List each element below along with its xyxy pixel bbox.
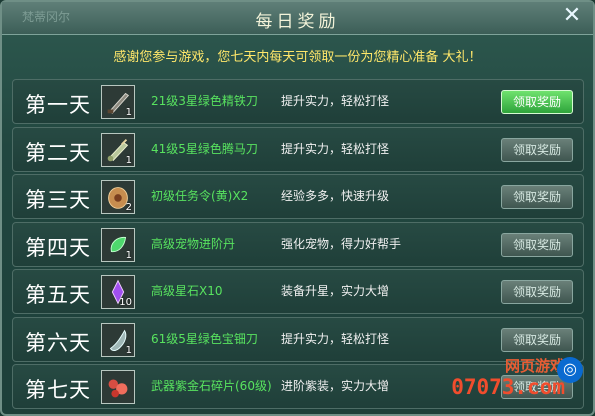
title-bar: 梵蒂冈尔 每日奖励 ✕ [2,2,593,35]
reward-description: 提升实力，轻松打怪 [281,94,390,108]
green-blade-icon: 1 [101,132,135,167]
day-label: 第一天 [25,93,91,117]
item-count: 1 [125,154,132,166]
bag-icon: 2 [101,180,135,214]
daily-reward-panel: 梵蒂冈尔 每日奖励 ✕ 感谢您参与游戏，您七天内每天可领取一份为您精心准备 大礼… [0,0,595,416]
reward-row: 第一天 1 21级3星绿色精铁刀 提升实力，轻松打怪 领取奖励 [12,79,584,124]
red-fragment-icon [101,370,135,404]
site-name: 网页游戏 [504,357,565,375]
rusty-knife-icon: 1 [101,85,135,119]
reward-description: 提升实力，轻松打怪 [281,331,390,346]
item-count: 1 [125,107,132,118]
item-count: 10 [119,297,132,308]
close-icon[interactable]: ✕ [561,5,583,27]
reward-row: 第四天 1 高级宠物进阶丹 强化宠物，得力好帮手 领取奖励 [12,221,584,267]
day-label: 第六天 [25,330,91,355]
item-count: 1 [125,249,132,261]
claim-reward-button[interactable]: 领取奖励 [501,90,573,114]
reward-name: 高级宠物进阶丹 [151,236,236,251]
claim-reward-button[interactable]: 领取奖励 [501,137,573,162]
reward-row: 第二天 1 41级5星绿色腾马刀 提升实力，轻松打怪 领取奖励 [12,126,584,172]
intro-text: 感谢您参与游戏，您七天内每天可领取一份为您精心准备 大礼！ [113,50,482,65]
reward-description: 经验多多，快速升级 [281,189,390,203]
reward-row: 第六天 1 61级5星绿色宝钿刀 提升实力，轻松打怪 领取奖励 [12,316,584,362]
day-label: 第七天 [25,378,91,402]
panel-title: 每日奖励 [255,12,340,32]
reward-row: 第三天 2 初级任务令(黄)X2 经验多多，快速升级 领取奖励 [12,174,584,219]
reward-row: 第五天 10 高级星石X10 装备升星，实力大增 领取奖励 [12,269,584,314]
reward-name: 高级星石X10 [151,284,223,298]
item-count: 1 [125,344,132,356]
crescent-sword-icon: 1 [101,322,135,357]
reward-description: 提升实力，轻松打怪 [281,141,390,156]
reward-name: 武器紫金石碎片(60级) [151,379,272,393]
item-count: 2 [125,202,132,213]
site-watermark: 网页游戏 ◎ 07073.com [451,357,583,407]
day-label: 第三天 [25,188,91,212]
reward-name: 21级3星绿色精铁刀 [151,94,258,108]
purple-star-icon: 10 [101,275,135,309]
reward-name: 41级5星绿色腾马刀 [151,141,258,156]
reward-description: 装备升星，实力大增 [281,284,390,298]
green-pill-icon: 1 [101,227,135,262]
site-domain: 07073.com [451,375,565,399]
claim-reward-button[interactable]: 领取奖励 [501,280,573,304]
reward-name: 初级任务令(黄)X2 [151,189,249,203]
claim-reward-button[interactable]: 领取奖励 [501,327,573,352]
reward-name: 61级5星绿色宝钿刀 [151,331,258,346]
day-label: 第四天 [25,235,91,260]
claim-reward-button[interactable]: 领取奖励 [501,232,573,257]
claim-reward-button[interactable]: 领取奖励 [501,185,573,209]
reward-description: 进阶紫装，实力大增 [281,379,390,393]
reward-description: 强化宠物，得力好帮手 [281,236,402,251]
day-label: 第二天 [25,140,91,165]
day-label: 第五天 [25,283,91,307]
